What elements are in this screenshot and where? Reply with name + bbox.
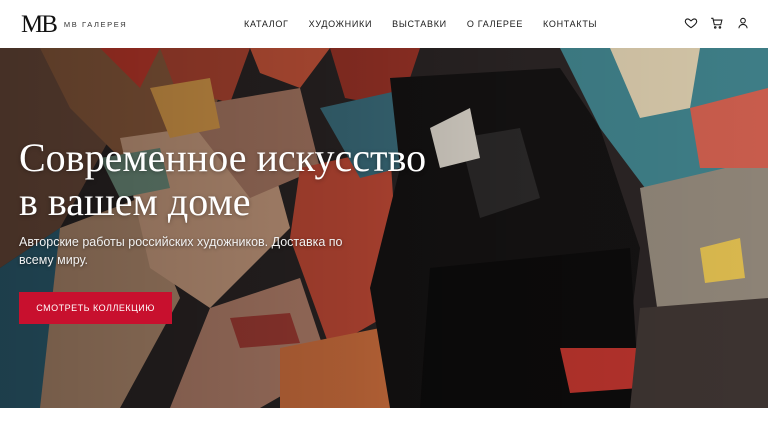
heart-icon[interactable] — [684, 16, 698, 30]
hero-title: Современное искусство в вашем доме — [19, 136, 539, 224]
user-icon[interactable] — [736, 16, 750, 30]
nav-item-catalog[interactable]: КАТАЛОГ — [244, 18, 289, 30]
logo[interactable]: MB MB ГАЛЕРЕЯ — [21, 12, 127, 37]
header-icons — [684, 16, 750, 30]
site-header: MB MB ГАЛЕРЕЯ КАТАЛОГ ХУДОЖНИКИ ВЫСТАВКИ… — [0, 0, 768, 48]
hero-overlay — [0, 48, 768, 408]
logo-text: MB ГАЛЕРЕЯ — [63, 20, 128, 29]
content-below-hero — [0, 408, 768, 432]
logo-mark: MB — [21, 11, 58, 38]
nav-item-exhibitions[interactable]: ВЫСТАВКИ — [392, 18, 447, 30]
hero-title-line1: Современное искусство — [19, 135, 427, 180]
nav-item-artists[interactable]: ХУДОЖНИКИ — [309, 18, 373, 30]
hero-title-line2: в вашем доме — [19, 179, 251, 224]
cart-icon[interactable] — [710, 16, 724, 30]
view-collection-button[interactable]: СМОТРЕТЬ КОЛЛЕКЦИЮ — [19, 292, 172, 324]
hero-section: Современное искусство в вашем доме Автор… — [0, 48, 768, 408]
nav-item-contacts[interactable]: КОНТАКТЫ — [543, 18, 597, 30]
nav-item-about[interactable]: О ГАЛЕРЕЕ — [467, 18, 523, 30]
main-nav: КАТАЛОГ ХУДОЖНИКИ ВЫСТАВКИ О ГАЛЕРЕЕ КОН… — [244, 18, 617, 30]
hero-subtitle: Авторские работы российских художников. … — [19, 235, 343, 267]
